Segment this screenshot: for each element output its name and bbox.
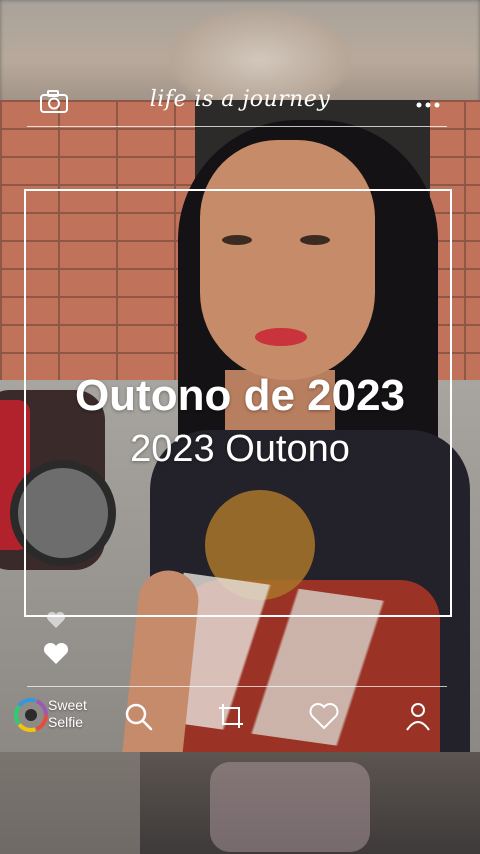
logo-text: Sweet Selfie	[48, 697, 108, 731]
heart-small-icon	[46, 611, 66, 629]
profile-icon[interactable]	[402, 700, 434, 732]
sweet-selfie-logo-icon	[14, 698, 48, 732]
crop-icon[interactable]	[215, 700, 247, 732]
logo-line-2: Selfie	[48, 714, 84, 730]
heart-icon[interactable]	[308, 700, 340, 732]
blurred-background-bottom	[0, 752, 480, 854]
logo-line-1: Sweet	[48, 697, 87, 713]
camera-icon[interactable]	[39, 90, 69, 114]
search-icon[interactable]	[122, 700, 154, 732]
app-title: life is a journey	[149, 87, 331, 112]
overlay-subline: 2023 Outono	[130, 428, 350, 470]
top-divider	[27, 126, 447, 127]
overlay-headline: Outono de 2023	[74, 371, 406, 420]
bottom-divider	[27, 686, 447, 687]
more-icon[interactable]	[414, 96, 442, 108]
heart-filled-icon[interactable]	[43, 642, 69, 665]
